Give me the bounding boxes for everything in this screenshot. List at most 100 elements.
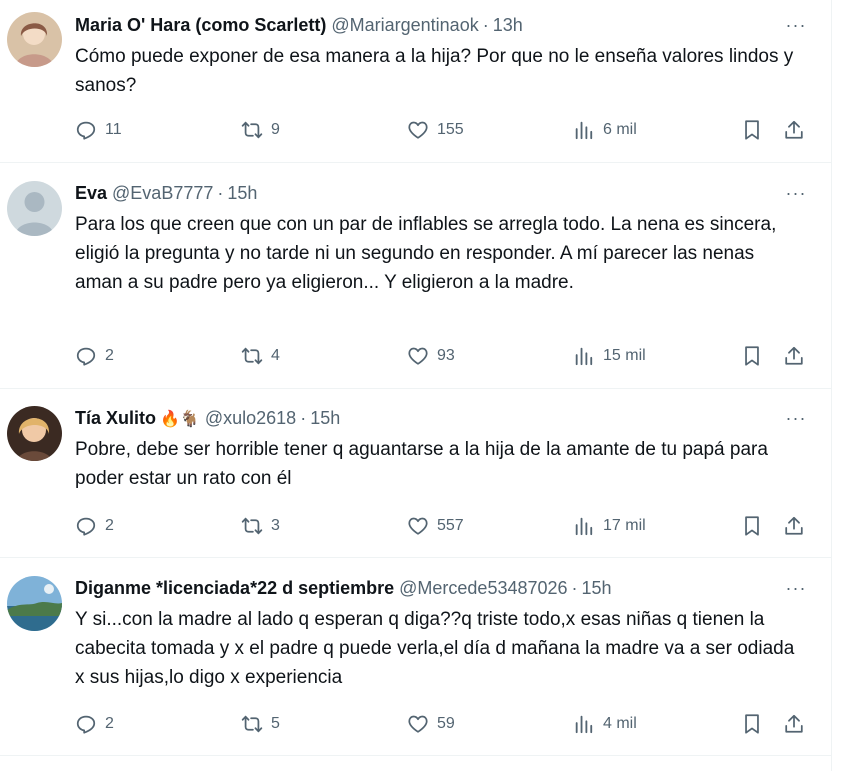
separator-dot: · — [571, 577, 578, 598]
like-count: 155 — [437, 121, 464, 138]
views-button[interactable]: 17 mil — [573, 513, 646, 539]
reply-button[interactable]: 2 — [75, 711, 114, 737]
analytics-icon — [575, 347, 593, 366]
bookmark-button[interactable] — [741, 513, 763, 539]
share-icon — [785, 516, 803, 535]
repost-icon — [241, 347, 263, 365]
repost-icon — [241, 517, 263, 535]
reply-count: 2 — [105, 517, 114, 534]
analytics-icon — [575, 715, 593, 734]
heart-icon — [408, 715, 428, 733]
separator-dot: · — [482, 14, 489, 35]
reply-button[interactable]: 11 — [75, 117, 122, 143]
timestamp[interactable]: 13h — [493, 15, 523, 36]
display-name[interactable]: Eva — [75, 183, 107, 204]
share-button[interactable] — [783, 343, 805, 369]
share-button[interactable] — [783, 513, 805, 539]
share-icon — [785, 346, 803, 365]
avatar[interactable] — [7, 12, 62, 67]
more-options-icon[interactable]: ··· — [781, 405, 811, 431]
user-handle[interactable]: @EvaB7777 — [112, 183, 213, 204]
analytics-icon — [575, 517, 593, 536]
reply-icon — [76, 121, 96, 140]
timestamp[interactable]: 15h — [582, 578, 612, 599]
analytics-icon — [575, 121, 593, 140]
tweet-actions: 2 4 93 15 mil — [75, 343, 815, 369]
repost-button[interactable]: 4 — [241, 343, 280, 369]
heart-icon — [408, 121, 428, 139]
reply-button[interactable]: 2 — [75, 513, 114, 539]
tweet-header: Tía Xulito 🔥🐐 @xulo2618 · 15h ··· — [75, 405, 811, 431]
repost-count: 3 — [271, 517, 280, 534]
tweet-actions: 2 3 557 17 mil — [75, 513, 815, 539]
view-count: 15 mil — [603, 347, 646, 364]
tweet-actions: 11 9 155 6 mil — [75, 117, 815, 143]
tweet-text: Y si...con la madre al lado q esperan q … — [75, 609, 795, 688]
avatar[interactable] — [7, 576, 62, 631]
display-name[interactable]: Diganme *licenciada*22 d septiembre — [75, 578, 394, 599]
bookmark-button[interactable] — [741, 711, 763, 737]
share-icon — [785, 714, 803, 733]
tweet-card[interactable]: Diganme *licenciada*22 d septiembre @Mer… — [0, 558, 831, 756]
bookmark-button[interactable] — [741, 343, 763, 369]
separator-dot: · — [300, 407, 307, 428]
display-name[interactable]: Maria O' Hara (como Scarlett) — [75, 15, 326, 36]
bookmark-icon — [745, 120, 759, 140]
reply-button[interactable]: 2 — [75, 343, 114, 369]
heart-icon — [408, 517, 428, 535]
heart-icon — [408, 347, 428, 365]
reply-icon — [76, 715, 96, 734]
column-border — [831, 0, 832, 771]
tweet-actions: 2 5 59 4 mil — [75, 711, 815, 737]
tweet-header: Diganme *licenciada*22 d septiembre @Mer… — [75, 575, 811, 601]
repost-button[interactable]: 5 — [241, 711, 280, 737]
like-button[interactable]: 59 — [407, 711, 455, 737]
tweet-card[interactable]: Maria O' Hara (como Scarlett) @Mariargen… — [0, 0, 831, 163]
bookmark-button[interactable] — [741, 117, 763, 143]
view-count: 4 mil — [603, 715, 637, 732]
tweet-text: Cómo puede exponer de esa manera a la hi… — [75, 46, 794, 96]
share-button[interactable] — [783, 117, 805, 143]
avatar[interactable] — [7, 181, 62, 236]
share-icon — [785, 120, 803, 139]
like-count: 59 — [437, 715, 455, 732]
like-button[interactable]: 557 — [407, 513, 464, 539]
like-count: 557 — [437, 517, 464, 534]
repost-count: 5 — [271, 715, 280, 732]
user-handle[interactable]: @xulo2618 — [205, 408, 296, 429]
avatar[interactable] — [7, 406, 62, 461]
repost-count: 9 — [271, 121, 280, 138]
user-handle[interactable]: @Mercede53487026 — [399, 578, 567, 599]
more-options-icon[interactable]: ··· — [781, 12, 811, 38]
like-button[interactable]: 93 — [407, 343, 455, 369]
views-button[interactable]: 15 mil — [573, 343, 646, 369]
timestamp[interactable]: 15h — [227, 183, 257, 204]
more-options-icon[interactable]: ··· — [781, 180, 811, 206]
reply-count: 11 — [105, 121, 122, 138]
repost-button[interactable]: 3 — [241, 513, 280, 539]
repost-icon — [241, 121, 263, 139]
bookmark-icon — [745, 714, 759, 734]
tweet-text: Pobre, debe ser horrible tener q aguanta… — [75, 439, 768, 489]
user-handle[interactable]: @Mariargentinaok — [331, 15, 478, 36]
like-button[interactable]: 155 — [407, 117, 464, 143]
reply-feed: Maria O' Hara (como Scarlett) @Mariargen… — [0, 0, 831, 756]
name-emoji: 🔥🐐 — [160, 408, 200, 428]
timestamp[interactable]: 15h — [310, 408, 340, 429]
reply-icon — [76, 517, 96, 536]
tweet-header: Eva @EvaB7777 · 15h ··· — [75, 180, 811, 206]
repost-icon — [241, 715, 263, 733]
bookmark-icon — [745, 516, 759, 536]
views-button[interactable]: 4 mil — [573, 711, 637, 737]
reply-count: 2 — [105, 347, 114, 364]
more-options-icon[interactable]: ··· — [781, 575, 811, 601]
views-button[interactable]: 6 mil — [573, 117, 637, 143]
tweet-card[interactable]: Tía Xulito 🔥🐐 @xulo2618 · 15h ··· Pobre,… — [0, 389, 831, 558]
reply-icon — [76, 347, 96, 366]
repost-button[interactable]: 9 — [241, 117, 280, 143]
share-button[interactable] — [783, 711, 805, 737]
tweet-card[interactable]: Eva @EvaB7777 · 15h ··· Para los que cre… — [0, 163, 831, 389]
reply-count: 2 — [105, 715, 114, 732]
display-name[interactable]: Tía Xulito — [75, 408, 156, 429]
repost-count: 4 — [271, 347, 280, 364]
